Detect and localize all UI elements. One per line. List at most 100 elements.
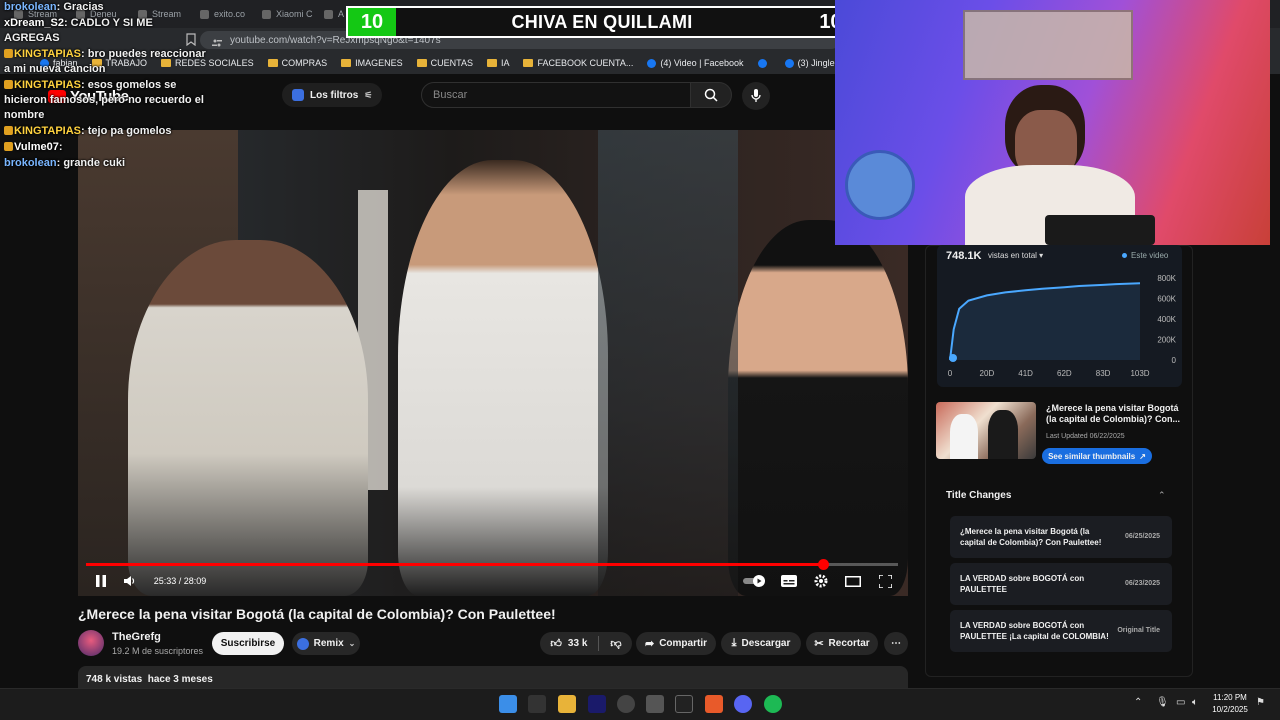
more-icon: ⋯ [891, 638, 901, 649]
view-count-date: 748 k vistas hace 3 meses [86, 674, 213, 685]
last-updated: Last Updated 06/22/2025 [1046, 433, 1125, 440]
search-button[interactable] [690, 82, 732, 108]
channel-avatar[interactable] [78, 630, 104, 656]
filters-label: Los filtros [310, 89, 359, 101]
similar-video-thumbnail[interactable] [936, 402, 1036, 459]
clip-button[interactable]: ✂ Recortar [806, 632, 878, 655]
pause-button[interactable] [90, 566, 112, 596]
bookmark-item[interactable]: IA [486, 58, 509, 68]
like-dislike-group: 👍︎ 33 k 👎︎ [540, 632, 632, 655]
chat-username[interactable]: Vulme07 [14, 141, 59, 153]
tray-chevron-icon[interactable]: ⌃ [1134, 697, 1142, 708]
chat-text: tejo pa gomelos [87, 125, 172, 137]
scoreboard: 10 CHIVA EN QUILLAMI 100 [346, 6, 866, 38]
spotify-icon[interactable] [764, 695, 782, 713]
obs-icon[interactable] [617, 695, 635, 713]
chat-username[interactable]: brokolean [4, 157, 57, 169]
chevron-down-icon: ⌄ [348, 639, 356, 648]
x-tick-label: 62D [1057, 369, 1072, 378]
see-similar-thumbnails-button[interactable]: See similar thumbnails ↗ [1042, 448, 1152, 464]
theater-mode-button[interactable] [842, 566, 864, 596]
tray-volume-icon[interactable]: 🔈︎ [1192, 697, 1198, 708]
settings-button[interactable] [810, 566, 832, 596]
search-icon [704, 88, 718, 102]
clock-time[interactable]: 11:20 PM [1210, 693, 1250, 702]
chat-username[interactable]: xDream_S2 [4, 17, 64, 29]
chat-message: brokolean: Gracias [4, 0, 210, 15]
like-divider [598, 636, 600, 651]
search-input[interactable]: Buscar [421, 82, 691, 108]
more-actions-button[interactable]: ⋯ [884, 632, 908, 655]
site-info-icon[interactable] [212, 35, 222, 47]
folder-icon [523, 59, 534, 67]
terminal-icon[interactable] [675, 695, 693, 713]
download-label: Descargar [741, 638, 791, 649]
calculator-icon[interactable] [646, 695, 664, 713]
search-placeholder: Buscar [433, 89, 468, 101]
dislike-button[interactable]: 👎︎ [610, 637, 621, 650]
share-button[interactable]: ➦ Compartir [636, 632, 716, 655]
share-label: Compartir [659, 638, 707, 649]
channel-name[interactable]: TheGrefg [112, 631, 161, 643]
windows-start-icon[interactable] [499, 695, 517, 713]
bookmark-item[interactable] [757, 58, 771, 68]
chart-legend: Este video [1122, 251, 1168, 260]
voice-search-button[interactable] [742, 82, 770, 110]
video-person-left [128, 240, 368, 596]
bookmark-label: (4) Video | Facebook [660, 58, 744, 68]
chat-text: grande cuki [63, 157, 126, 169]
browser-tab[interactable]: Xiaomi C [254, 0, 316, 28]
similar-video-title[interactable]: ¿Merece la pena visitar Bogotá (la capit… [1046, 403, 1186, 425]
filters-button[interactable]: Los filtros ⚟ [282, 83, 383, 107]
collapse-chevron-icon[interactable]: ⌃ [1158, 490, 1166, 501]
bookmark-item[interactable]: (4) Video | Facebook [647, 58, 744, 68]
similar-button-label: See similar thumbnails [1048, 451, 1136, 461]
clip-label: Recortar [828, 638, 870, 649]
title-change-date: Original Title [1117, 627, 1160, 634]
autoplay-toggle[interactable] [742, 566, 768, 596]
x-tick-label: 103D [1130, 369, 1149, 378]
views-dropdown[interactable]: vistas en total ▾ [988, 251, 1043, 260]
file-explorer-icon[interactable] [558, 695, 576, 713]
chat-username[interactable]: KINGTAPIAS [14, 48, 81, 60]
tray-mic-icon[interactable]: 🎙︎ [1156, 697, 1169, 708]
subtitles-button[interactable] [778, 566, 800, 596]
autoplay-toggle-icon [743, 575, 765, 587]
notification-icon[interactable]: ⚑ [1256, 697, 1265, 708]
remix-button[interactable]: Remix ⌄ [292, 632, 360, 655]
subscribe-button[interactable]: Suscribirse [212, 632, 284, 655]
fullscreen-button[interactable] [874, 566, 896, 596]
like-button[interactable]: 👍︎ 33 k [550, 637, 587, 650]
chat-message: KINGTAPIAS: tejo pa gomelos [4, 124, 210, 139]
webcam-fan [845, 150, 915, 220]
chat-colon: : [63, 17, 71, 29]
clock-date[interactable]: 10/2/2025 [1210, 705, 1250, 714]
tray-network-icon[interactable]: ▭ [1176, 697, 1185, 708]
folder-icon [416, 59, 427, 67]
thumbs-down-icon: 👎︎ [610, 638, 622, 650]
download-button[interactable]: ⤓ Descargar [721, 632, 801, 655]
bookmark-item[interactable]: CUENTAS [416, 58, 473, 68]
title-change-title: LA VERDAD sobre BOGOTÁ con PAULETTEE [960, 574, 1085, 594]
chat-username[interactable]: brokolean [4, 1, 57, 13]
premiere-icon[interactable] [588, 695, 606, 713]
x-tick-label: 0 [948, 369, 953, 378]
volume-button[interactable] [120, 566, 140, 596]
chart-point [949, 354, 957, 362]
chat-message: xDream_S2: CADLO Y SI ME AGREGAS [4, 16, 210, 46]
video-player[interactable] [78, 130, 908, 596]
chat-text: Gracias [63, 1, 104, 13]
extension-icon [292, 89, 304, 101]
chat-username[interactable]: KINGTAPIAS [14, 79, 81, 91]
bookmark-item[interactable]: FACEBOOK CUENTA... [523, 58, 633, 68]
chat-username[interactable]: KINGTAPIAS [14, 125, 81, 137]
bookmark-item[interactable]: COMPRAS [267, 58, 327, 68]
bookmark-label: FACEBOOK CUENTA... [537, 58, 634, 68]
epic-games-icon[interactable] [528, 695, 546, 713]
external-link-icon: ↗ [1139, 451, 1146, 461]
chat-badge-icon [4, 142, 13, 151]
discord-icon[interactable] [734, 695, 752, 713]
folder-icon [267, 59, 278, 67]
bookmark-item[interactable]: IMAGENES [341, 58, 403, 68]
brave-browser-icon[interactable] [705, 695, 723, 713]
